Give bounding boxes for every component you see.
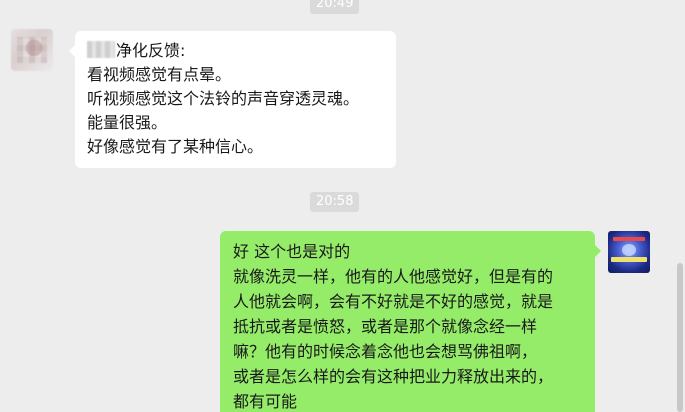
avatar-graphic	[611, 257, 647, 262]
avatar-graphic	[622, 244, 636, 256]
chat-window: 20:49 净化反馈: 看视频感觉有点晕。 听视频感觉这个法铃的声音穿透灵魂。 …	[0, 0, 685, 412]
message-bubble-incoming[interactable]: 净化反馈: 看视频感觉有点晕。 听视频感觉这个法铃的声音穿透灵魂。 能量很强。 …	[69, 31, 396, 168]
avatar[interactable]	[11, 29, 53, 71]
timestamp: 20:58	[310, 192, 360, 212]
message-line: 好像感觉有了某种信心。	[87, 137, 264, 156]
message-line: 看视频感觉有点晕。	[87, 65, 232, 84]
message-bubble-outgoing[interactable]: 好 这个也是对的 就像洗灵一样，他有的人他感觉好，但是有的 人他就会啊，会有不好…	[220, 231, 601, 412]
message-line: 好 这个也是对的	[233, 242, 351, 261]
message-line: 人他就会啊，会有不好就是不好的感觉，就是	[233, 292, 554, 311]
message-line: 能量很强。	[87, 113, 168, 132]
message-line: 听视频感觉这个法铃的声音穿透灵魂。	[87, 89, 360, 108]
message-line: 净化反馈:	[87, 39, 386, 63]
avatar-graphic	[613, 237, 645, 241]
message-line: 或者是怎么样的会有这种把业力释放出来的，	[233, 367, 554, 386]
message-line: 抵抗或者是愤怒，或者是那个就像念经一样	[233, 317, 538, 336]
message-line: 都有可能	[233, 392, 298, 411]
message-line: 嘛？他有的时候念着念他也会想骂佛祖啊，	[233, 342, 538, 361]
redacted-name	[87, 41, 115, 58]
avatar[interactable]	[608, 231, 650, 273]
scrollbar-thumb[interactable]	[677, 263, 683, 412]
message-line: 就像洗灵一样，他有的人他感觉好，但是有的	[233, 267, 554, 286]
timestamp: 20:49	[310, 0, 360, 14]
